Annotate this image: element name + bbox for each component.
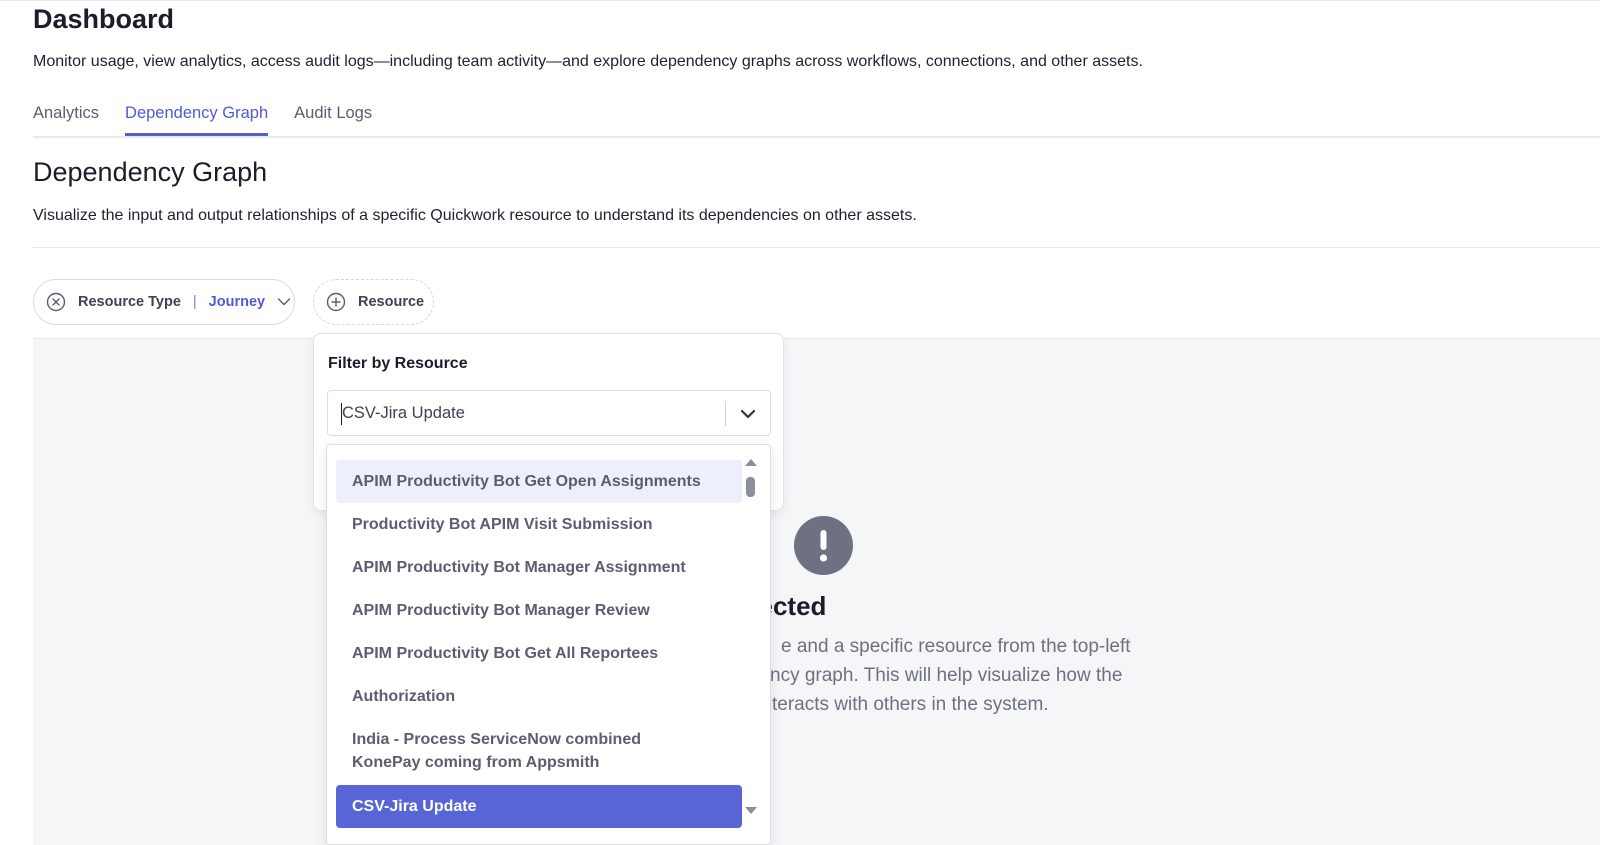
chip-separator: | [192, 294, 197, 310]
resource-select-value[interactable]: CSV-Jira Update [342, 404, 465, 423]
list-item[interactable]: APIM Productivity Bot Get All Reportees [336, 632, 742, 675]
page-description: Monitor usage, view analytics, access au… [33, 53, 1143, 70]
resource-type-value: Journey [208, 294, 266, 310]
empty-state-text-line: e and a specific resource from the top-l… [781, 636, 1131, 657]
section-description: Visualize the input and output relations… [33, 207, 917, 224]
chevron-down-icon [277, 297, 291, 307]
resource-type-filter-chip[interactable]: Resource Type | Journey [33, 279, 295, 325]
list-item[interactable]: APIM Productivity Bot Manager Assignment [336, 546, 742, 589]
close-circle-icon[interactable] [46, 292, 66, 312]
list-item[interactable]: APIM Productivity Bot Get Open Assignmen… [336, 460, 742, 503]
section-title: Dependency Graph [33, 157, 268, 187]
plus-circle-icon [326, 292, 346, 312]
chevron-down-icon[interactable] [739, 406, 757, 422]
select-divider [725, 401, 726, 426]
resource-select[interactable]: CSV-Jira Update [327, 390, 771, 436]
list-scrollbar[interactable] [744, 459, 758, 819]
empty-state-text-line: teracts with others in the system. [772, 694, 1049, 715]
tab-audit-logs[interactable]: Audit Logs [294, 104, 372, 136]
scroll-up-arrow-icon[interactable] [745, 459, 757, 466]
list-item-selected[interactable]: CSV-Jira Update [336, 785, 742, 828]
popover-title: Filter by Resource [328, 355, 468, 372]
list-item[interactable]: India - Process ServiceNow combined Kone… [336, 719, 726, 783]
tabs-divider [33, 136, 1600, 138]
list-item[interactable]: APIM Productivity Bot Manager Review [336, 589, 742, 632]
tab-bar: Analytics Dependency Graph Audit Logs [33, 104, 372, 136]
tab-analytics[interactable]: Analytics [33, 104, 99, 136]
list-item[interactable]: Authorization [336, 675, 742, 718]
scroll-thumb[interactable] [746, 477, 755, 497]
tab-dependency-graph[interactable]: Dependency Graph [125, 104, 269, 136]
empty-state-text-line: ncy graph. This will help visualize how … [770, 665, 1123, 686]
page-title: Dashboard [33, 4, 175, 34]
exclamation-circle-icon [794, 516, 853, 575]
resource-label: Resource [358, 294, 425, 310]
section-divider [33, 247, 1600, 248]
resource-options-list[interactable]: APIM Productivity Bot Get Open Assignmen… [326, 444, 771, 845]
scroll-down-arrow-icon[interactable] [745, 807, 757, 814]
top-border [0, 0, 1600, 1]
resource-type-label: Resource Type [78, 294, 181, 310]
list-item[interactable]: Productivity Bot APIM Visit Submission [336, 503, 742, 546]
resource-filter-chip[interactable]: Resource [313, 279, 434, 325]
